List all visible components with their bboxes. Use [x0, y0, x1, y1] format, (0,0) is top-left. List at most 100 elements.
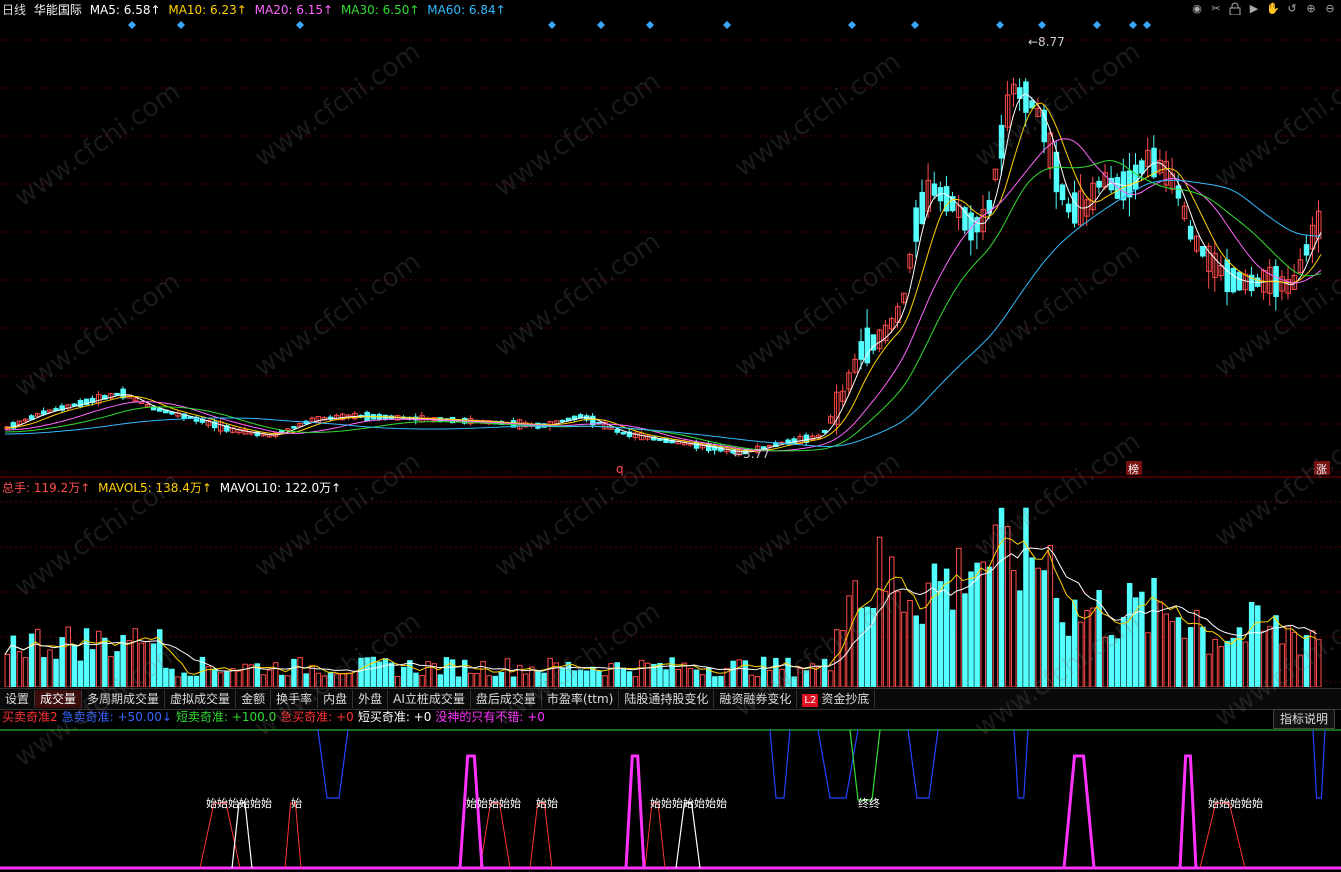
volume-bar: [901, 611, 907, 687]
volume-bar: [718, 675, 724, 687]
candle-body: [291, 426, 297, 429]
tab-13[interactable]: L2 资金抄底: [797, 690, 876, 708]
volume-bar: [1145, 632, 1151, 687]
candle-body: [1139, 160, 1145, 174]
indicator-explain-button[interactable]: 指标说明: [1272, 709, 1335, 729]
candle-body: [1187, 225, 1194, 240]
volume-bar: [663, 669, 669, 687]
tab-8[interactable]: AI立桩成交量: [388, 690, 471, 708]
volume-bar: [925, 582, 932, 687]
tab-3[interactable]: 虚拟成交量: [165, 690, 237, 708]
volume-bar: [89, 649, 96, 687]
volume-bar: [968, 571, 974, 687]
undo-icon[interactable]: ↺: [1285, 2, 1299, 16]
buy-signal-spike: [644, 802, 666, 869]
candle-body: [114, 392, 120, 396]
volume-bar: [937, 581, 944, 687]
buy-signal-spike: [199, 802, 241, 869]
signal-label: 终终: [858, 796, 880, 810]
tab-12[interactable]: 融资融券变化: [714, 690, 798, 708]
tab-0[interactable]: 设置: [0, 690, 36, 708]
volume-bar: [291, 658, 297, 687]
volume-bar: [1303, 635, 1310, 687]
candlestick-chart[interactable]: ←8.77 ←3.77 q 榜 涨: [0, 18, 1341, 478]
indicator-value-5: 没神的只有不错: +0: [435, 710, 545, 724]
signal-diamond: [848, 21, 856, 29]
tab-10[interactable]: 市盈率(ttm): [542, 690, 620, 708]
volume-bar: [1151, 577, 1157, 687]
candle-body: [1175, 185, 1182, 199]
volume-bar: [974, 562, 980, 687]
tab-6[interactable]: 内盘: [318, 690, 354, 708]
tab-9[interactable]: 盘后成交量: [471, 690, 542, 708]
signal-diamond: [1093, 21, 1101, 29]
scissors-icon[interactable]: ✂: [1209, 2, 1223, 16]
zoom-out-icon[interactable]: ⊖: [1323, 2, 1337, 16]
indicator-value-4: 短买奇准: +0: [357, 710, 432, 724]
buy-signal-spike: [1199, 802, 1246, 869]
tab-1[interactable]: 成交量: [35, 690, 83, 708]
tab-4[interactable]: 金额: [236, 690, 272, 708]
volume-bar: [1053, 597, 1060, 687]
signal-label: 始始: [536, 796, 558, 810]
volume-bar: [931, 563, 938, 687]
volume-bar: [218, 672, 224, 687]
volume-bar: [187, 675, 193, 687]
tab-label: 融资融券变化: [719, 692, 792, 706]
tab-11[interactable]: 陆股通持股变化: [619, 690, 715, 708]
volume-bar: [895, 591, 901, 687]
volume-bar: [266, 669, 273, 687]
volume-bar: [907, 600, 913, 687]
volume-bar: [1072, 599, 1078, 687]
volume-bar: [272, 662, 279, 687]
mavol5-value: MAVOL5: 138.4万↑: [98, 481, 212, 495]
volume-bar: [687, 668, 694, 687]
candle-body: [1133, 164, 1139, 190]
volume-bar: [1029, 557, 1035, 687]
tab-label: 资金抄底: [821, 692, 870, 706]
tab-7[interactable]: 外盘: [353, 690, 389, 708]
stock-chart-window: 日线 华能国际 MA5: 6.58↑ MA10: 6.23↑ MA20: 6.1…: [0, 0, 1341, 872]
zoom-in-icon[interactable]: ⊕: [1304, 2, 1318, 16]
eye-icon[interactable]: ◉: [1190, 2, 1204, 16]
volume-bar: [492, 675, 498, 687]
volume-bar: [413, 672, 419, 687]
volume-bar: [1102, 636, 1108, 687]
volume-bar: [163, 667, 169, 687]
magenta-spike: [624, 754, 646, 869]
volume-bar: [388, 662, 395, 687]
volume-bar: [1248, 601, 1255, 687]
l2-badge: L2: [802, 694, 819, 707]
volume-bar: [260, 674, 267, 687]
hand-icon[interactable]: ✋: [1266, 2, 1280, 16]
volume-bar: [1065, 635, 1072, 687]
candle-body: [559, 419, 566, 423]
tab-5[interactable]: 换手率: [271, 690, 319, 708]
volume-bar: [333, 673, 340, 687]
price-info-bar: 日线 华能国际 MA5: 6.58↑ MA10: 6.23↑ MA20: 6.1…: [2, 2, 510, 19]
sell-signal-dip: [317, 729, 349, 799]
volume-chart[interactable]: [0, 497, 1341, 687]
volume-bar: [96, 630, 102, 687]
volume-bar: [559, 667, 566, 687]
tab-2[interactable]: 多周期成交量: [82, 690, 166, 708]
candle-body: [1096, 180, 1102, 188]
volume-bar: [1157, 601, 1163, 687]
lock-icon[interactable]: [1228, 2, 1242, 16]
signal-diamond: [911, 21, 919, 29]
candle-body: [620, 432, 627, 435]
volume-bar: [279, 674, 285, 687]
volume-bar: [285, 675, 291, 687]
volume-bar: [821, 658, 828, 687]
volume-bar: [1126, 583, 1133, 687]
volume-bar: [577, 669, 584, 687]
play-icon[interactable]: ▶: [1247, 2, 1261, 16]
volume-bar: [486, 675, 492, 687]
volume-bar: [1011, 570, 1017, 687]
magenta-spike: [1178, 754, 1198, 869]
candle-body: [998, 124, 1005, 159]
volume-bar: [541, 672, 547, 687]
indicator-chart[interactable]: 始始始始始始始始始始始始 始始 始始始始始始始 终终 始始始始始: [0, 728, 1341, 872]
period-label[interactable]: 日线: [2, 3, 26, 17]
signal-diamond: [128, 21, 136, 29]
